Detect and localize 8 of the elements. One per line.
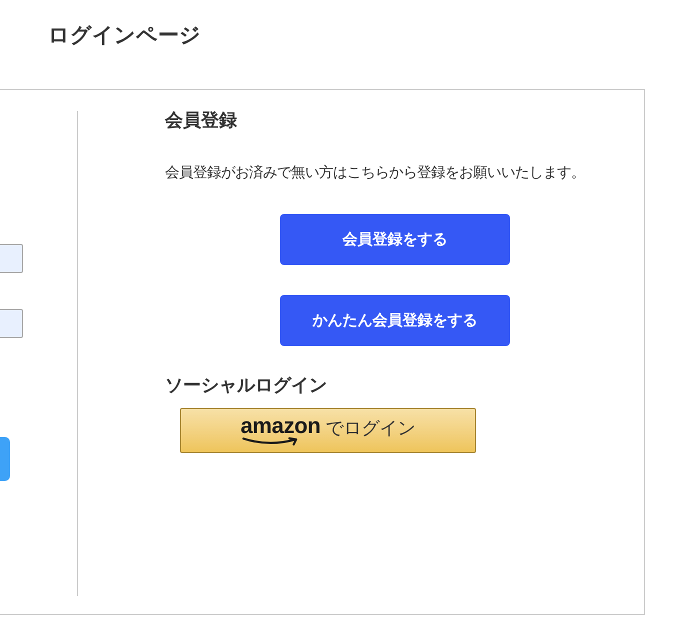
register-button[interactable]: 会員登録をする <box>280 214 510 265</box>
section-heading: 会員登録 <box>165 111 237 131</box>
register-button[interactable]: かんたん会員登録をする <box>280 295 510 346</box>
amazon-logo-text: amazon <box>240 415 321 437</box>
page-title: ログインページ <box>48 22 201 49</box>
section-heading: ソーシャルログイン <box>165 375 327 397</box>
registration-description: 会員登録がお済みで無い方はこちらから登録をお願いいたします。 <box>165 164 585 183</box>
amazon-login-button[interactable]: amazon でログイン <box>180 408 476 453</box>
